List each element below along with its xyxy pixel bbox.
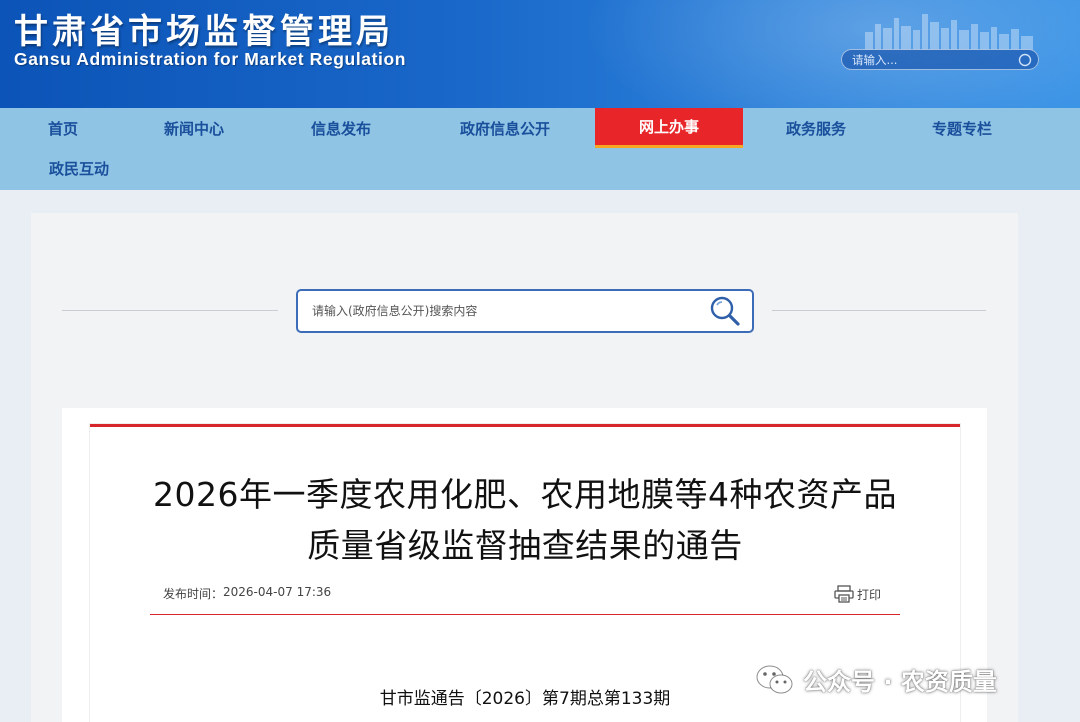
wechat-icon <box>756 665 793 693</box>
nav-item-news[interactable]: 新闻中心 <box>150 108 238 148</box>
nav-item-gov-info[interactable]: 政府信息公开 <box>445 108 565 148</box>
nav-label: 政民互动 <box>48 159 109 178</box>
divider-right <box>772 310 986 311</box>
header-banner: 甘肃省市场监督管理局 Gansu Administration for Mark… <box>0 0 1080 108</box>
publish-time: 2026-04-07 17:36 <box>223 585 332 599</box>
gov-info-search[interactable] <box>296 289 754 333</box>
print-label: 打印 <box>857 587 882 602</box>
magnifier-icon[interactable] <box>708 294 742 328</box>
nav-item-special[interactable]: 专题专栏 <box>918 108 1006 148</box>
header-search-input[interactable] <box>852 52 1018 67</box>
main-nav: 首页 新闻中心 信息发布 政府信息公开 网上办事 政务服务 专题专栏 <box>0 108 1080 148</box>
article-title-line1: 2026年一季度农用化肥、农用地膜等4种农资产品 <box>153 475 897 514</box>
nav-item-online-service[interactable]: 网上办事 <box>595 108 743 148</box>
printer-icon <box>834 585 854 603</box>
nav-item-home[interactable]: 首页 <box>30 108 96 148</box>
nav-item-gov-service[interactable]: 政务服务 <box>772 108 860 148</box>
wechat-watermark: 公众号 · 农资质量 <box>755 662 997 697</box>
divider-left <box>62 310 278 311</box>
watermark-text: 公众号 · 农资质量 <box>803 668 997 696</box>
nav-label: 信息发布 <box>310 119 371 138</box>
nav-item-info-release[interactable]: 信息发布 <box>297 108 385 148</box>
skyline-decoration <box>865 14 1033 50</box>
publish-meta: 发布时间： 2026-04-07 17:36 <box>163 585 331 602</box>
print-button[interactable]: 打印 <box>834 585 881 603</box>
nav-label: 首页 <box>47 119 78 138</box>
nav-item-interaction[interactable]: 政民互动 <box>35 148 123 188</box>
nav-label: 政府信息公开 <box>459 119 550 138</box>
header-search[interactable] <box>841 49 1039 70</box>
main-nav-row2: 政民互动 <box>0 148 1080 190</box>
meta-divider <box>150 614 900 615</box>
nav-label: 专题专栏 <box>931 119 992 138</box>
site-logo-en: Gansu Administration for Market Regulati… <box>14 49 407 69</box>
nav-label: 网上办事 <box>638 118 699 136</box>
publish-label: 发布时间： <box>163 587 224 601</box>
gov-info-search-input[interactable] <box>312 304 708 318</box>
site-logo-cn[interactable]: 甘肃省市场监督管理局 <box>14 4 394 53</box>
nav-label: 新闻中心 <box>163 119 224 138</box>
search-icon[interactable] <box>1018 53 1032 67</box>
nav-label: 政务服务 <box>785 119 846 138</box>
article-title-line2: 质量省级监督抽查结果的通告 <box>307 526 743 565</box>
